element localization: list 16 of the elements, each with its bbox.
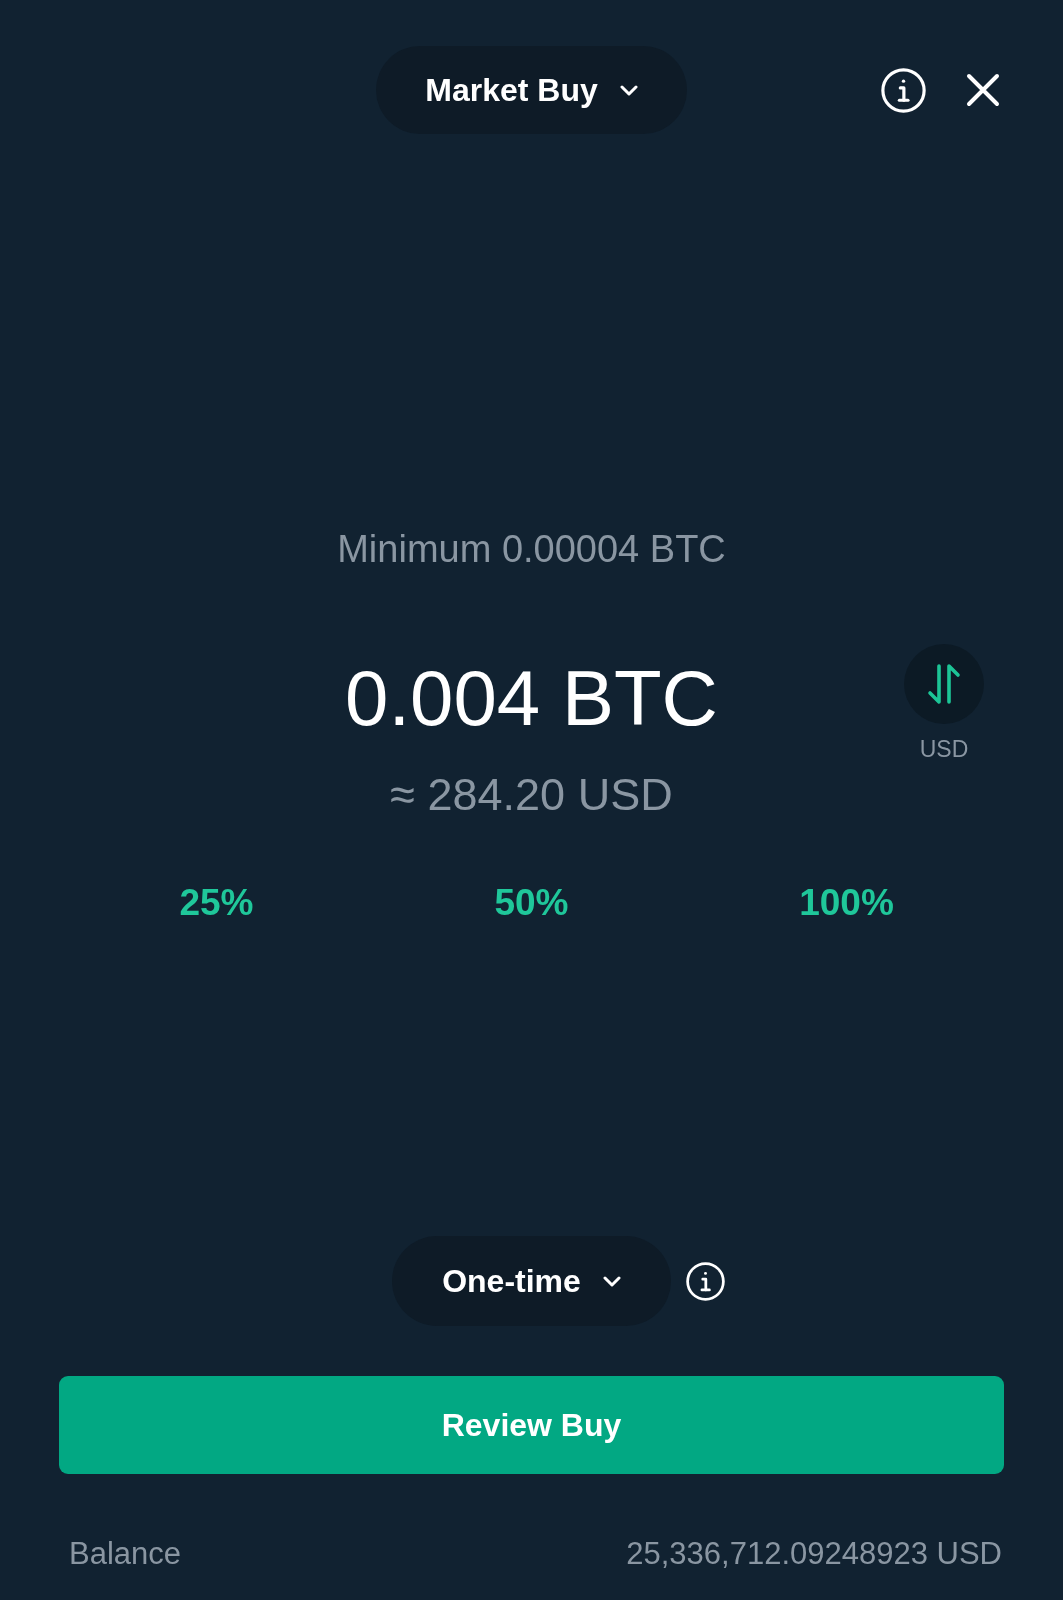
info-icon[interactable] (881, 67, 926, 113)
percent-option[interactable]: 25% (179, 881, 254, 925)
balance-value: 25,336,712.09248923 USD (626, 1536, 1002, 1572)
order-type-dropdown[interactable]: Market Buy (376, 46, 687, 134)
amount-value[interactable]: 0.004 BTC (345, 650, 718, 746)
chevron-down-icon (619, 84, 638, 96)
info-icon[interactable] (685, 1261, 725, 1301)
minimum-amount-text: Minimum 0.00004 BTC (337, 527, 726, 571)
converted-amount-text: ≈ 284.20 USD (390, 768, 673, 822)
chevron-down-icon (602, 1275, 621, 1287)
percent-option[interactable]: 50% (494, 881, 569, 925)
frequency-dropdown[interactable]: One-time (392, 1236, 671, 1326)
toggle-currency-label: USD (919, 736, 969, 762)
percent-option[interactable]: 100% (799, 881, 894, 925)
balance-label: Balance (69, 1536, 182, 1572)
close-icon[interactable] (966, 73, 1000, 107)
